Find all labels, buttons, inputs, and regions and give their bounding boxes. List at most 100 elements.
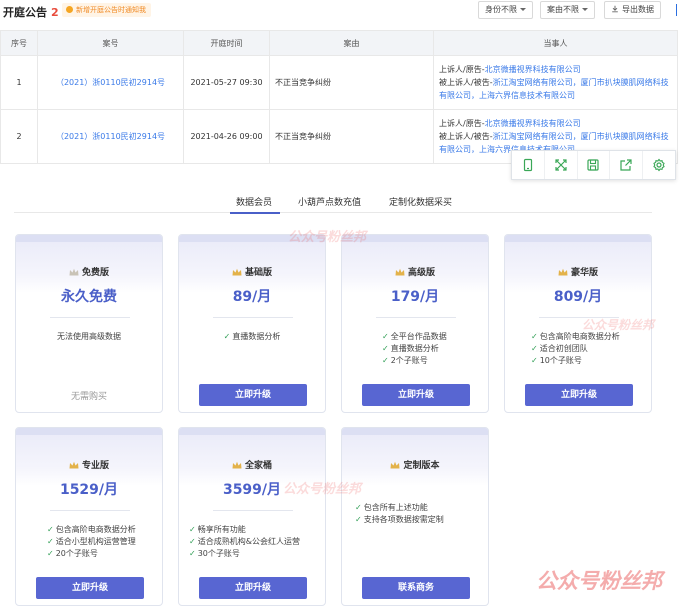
divider xyxy=(50,510,130,511)
col-case-no: 案号 xyxy=(37,30,184,56)
feature-item: ✓ 全平台作品数据 xyxy=(382,331,488,343)
tab-data-member[interactable]: 数据会员 xyxy=(236,195,272,208)
count-badge: 2 xyxy=(51,6,59,19)
active-tab-indicator xyxy=(230,212,280,214)
export-button[interactable]: 导出数据 xyxy=(604,1,661,19)
check-icon: ✓ xyxy=(223,332,231,341)
feature-text: 适合成熟机构&公会红人运营 xyxy=(197,537,300,546)
card-header-bg xyxy=(505,235,651,293)
feature-list: ✓ 包含高阶电商数据分析 ✓ 适合小型机构运营管理 ✓ 20个子账号 xyxy=(16,524,162,560)
case-no-text: （2021）浙0110民初2914号 xyxy=(55,132,166,141)
crown-icon xyxy=(558,268,568,276)
case-no-link[interactable]: （2021）浙0110民初2914号 xyxy=(37,109,184,164)
defendant-label: 被上诉人/被告- xyxy=(439,132,493,141)
check-icon: ✓ xyxy=(531,356,538,365)
table-row: 1 （2021）浙0110民初2914号 2021-05-27 09:30 不正… xyxy=(0,55,678,110)
phone-icon[interactable] xyxy=(512,151,545,179)
crown-icon xyxy=(390,461,400,469)
header: 开庭公告 2 新增开庭公告时通知我 身份不限 案由不限 导出数据 xyxy=(0,0,681,22)
plan-price: 1529/月 xyxy=(59,482,119,498)
row-index: 2 xyxy=(0,109,38,164)
feature-text: 直播数据分析 xyxy=(232,332,281,341)
feature-item: ✓ 包含高阶电商数据分析 xyxy=(47,524,162,536)
check-icon: ✓ xyxy=(531,344,538,353)
contact-sales-button[interactable]: 联系商务 xyxy=(362,577,470,599)
card-strip xyxy=(16,235,162,242)
divider xyxy=(213,317,293,318)
download-icon xyxy=(612,5,618,13)
feature-list: ✓ 全平台作品数据 ✓ 直播数据分析 ✓ 2个子账号 xyxy=(342,331,488,367)
share-icon[interactable] xyxy=(610,151,644,179)
card-header-bg xyxy=(16,428,162,486)
plan-card-custom: 定制版本 ✓ 包含所有上述功能 ✓ 支持各项数据按需定制 联系商务 xyxy=(341,427,489,606)
identity-filter[interactable]: 身份不限 xyxy=(478,1,533,19)
upgrade-button[interactable]: 立即升级 xyxy=(199,384,307,406)
plan-name: 免费版 xyxy=(16,265,162,278)
feature-text: 2个子账号 xyxy=(390,356,428,365)
parties-cell: 上诉人/原告-北京微播视界科技有限公司 被上诉人/被告-浙江淘宝网络有限公司，厦… xyxy=(433,55,678,110)
notify-label: 新增开庭公告时通知我 xyxy=(76,6,146,14)
card-strip xyxy=(342,428,488,435)
table-header-row: 序号 案号 开庭时间 案由 当事人 xyxy=(0,30,678,56)
expand-icon[interactable] xyxy=(545,151,578,179)
feature-text: 30个子账号 xyxy=(197,549,240,558)
plan-card-free: 免费版 永久免费 无法使用高级数据 无需购买 xyxy=(15,234,163,413)
feature-text: 适合初创团队 xyxy=(539,344,588,353)
feature-item: ✓ 20个子账号 xyxy=(47,548,162,560)
divider xyxy=(213,510,293,511)
crown-icon xyxy=(232,461,242,469)
check-icon: ✓ xyxy=(355,515,362,524)
tab-points-recharge[interactable]: 小葫芦点数充值 xyxy=(298,195,361,208)
feature-text: 适合小型机构运营管理 xyxy=(55,537,136,546)
feature-text: 10个子账号 xyxy=(539,356,582,365)
col-cause: 案由 xyxy=(269,30,434,56)
plan-name: 高级版 xyxy=(342,265,488,278)
chevron-down-icon xyxy=(582,8,588,11)
upgrade-button[interactable]: 立即升级 xyxy=(525,384,633,406)
cause-filter[interactable]: 案由不限 xyxy=(540,1,595,19)
case-cause: 不正当竞争纠纷 xyxy=(269,109,434,164)
page-title: 开庭公告 2 xyxy=(3,4,59,20)
plan-name: 豪华版 xyxy=(505,265,651,278)
upgrade-button[interactable]: 立即升级 xyxy=(36,577,144,599)
plaintiff-label: 上诉人/原告- xyxy=(439,119,485,128)
floating-toolbar xyxy=(511,150,676,180)
plan-card-full-bundle: 全家桶 3599/月 ✓ 畅享所有功能 ✓ 适合成熟机构&公会红人运营 ✓ 30个子账… xyxy=(178,427,326,606)
plaintiff-label: 上诉人/原告- xyxy=(439,65,485,74)
settings-icon[interactable] xyxy=(643,151,675,179)
notify-tip[interactable]: 新增开庭公告时通知我 xyxy=(62,3,151,17)
plan-card-professional: 专业版 1529/月 ✓ 包含高阶电商数据分析 ✓ 适合小型机构运营管理 ✓ 20个子… xyxy=(15,427,163,606)
plaintiff-link[interactable]: 北京微播视界科技有限公司 xyxy=(485,119,581,128)
check-icon: ✓ xyxy=(47,525,54,534)
check-icon: ✓ xyxy=(382,344,389,353)
crown-icon xyxy=(69,268,79,276)
case-no-link[interactable]: （2021）浙0110民初2914号 xyxy=(37,55,184,110)
identity-filter-label: 身份不限 xyxy=(485,5,517,14)
plan-name-text: 基础版 xyxy=(244,268,272,278)
check-icon: ✓ xyxy=(531,332,538,341)
plan-name-text: 全家桶 xyxy=(244,461,272,471)
plan-price: 永久免费 xyxy=(61,289,117,305)
check-icon: ✓ xyxy=(382,332,389,341)
feature-item: 无法使用高级数据 xyxy=(57,332,121,341)
plaintiff-link[interactable]: 北京微播视界科技有限公司 xyxy=(485,65,581,74)
plan-name-text: 免费版 xyxy=(81,268,109,278)
defendant-label: 被上诉人/被告- xyxy=(439,78,493,87)
check-icon: ✓ xyxy=(355,503,362,512)
plan-tabs: 数据会员 小葫芦点数充值 定制化数据采买 xyxy=(14,193,652,214)
upgrade-button[interactable]: 立即升级 xyxy=(199,577,307,599)
upgrade-button[interactable]: 立即升级 xyxy=(362,384,470,406)
feature-item: ✓ 2个子账号 xyxy=(382,355,488,367)
scroll-marker xyxy=(676,4,677,16)
watermark: 公众号粉丝邦 xyxy=(288,230,367,245)
feature-list: ✓ 包含高阶电商数据分析 ✓ 适合初创团队 ✓ 10个子账号 xyxy=(505,331,651,367)
plan-name-text: 豪华版 xyxy=(570,268,598,278)
check-icon: ✓ xyxy=(47,549,54,558)
card-header-bg xyxy=(342,428,488,486)
feature-list: ✓ 直播数据分析 xyxy=(179,331,325,343)
check-icon: ✓ xyxy=(189,537,196,546)
crown-icon xyxy=(69,461,79,469)
tab-custom-data[interactable]: 定制化数据采买 xyxy=(389,195,452,208)
no-purchase-label: 无需购买 xyxy=(70,392,107,402)
save-icon[interactable] xyxy=(578,151,611,179)
